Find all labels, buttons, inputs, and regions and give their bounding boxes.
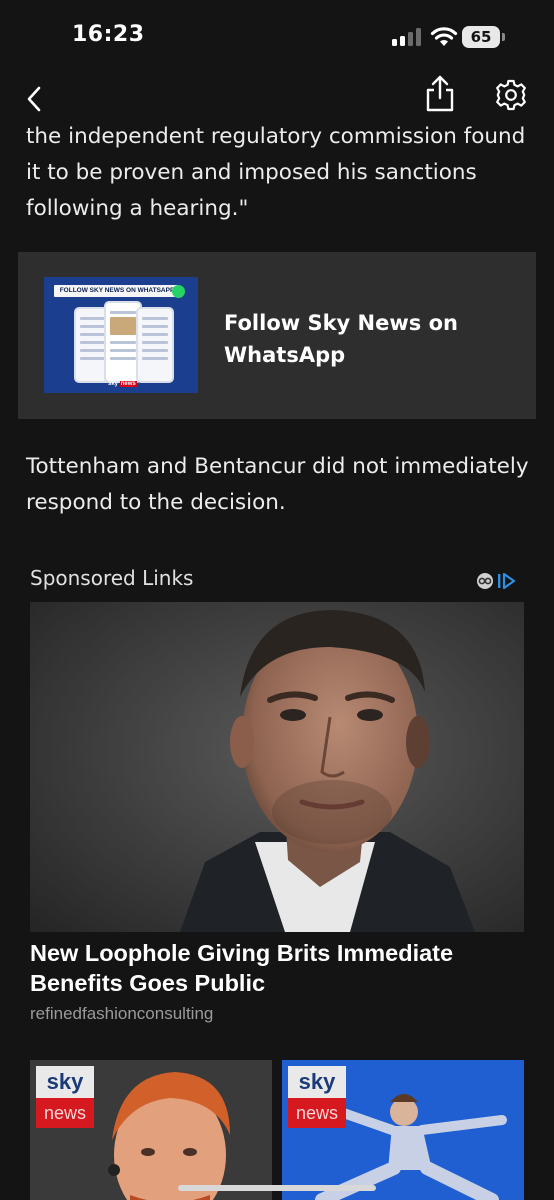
- cellular-signal-icon: [392, 28, 426, 46]
- article-paragraph: Tottenham and Bentancur did not immediat…: [26, 454, 529, 515]
- share-button[interactable]: [424, 74, 456, 114]
- sky-logo-text: sky: [288, 1066, 346, 1098]
- battery-indicator: 65: [462, 26, 500, 48]
- status-time: 16:23: [72, 22, 145, 47]
- sponsored-links-header: Sponsored Links: [30, 566, 194, 590]
- sky-news-logo: sky news: [36, 1066, 94, 1130]
- status-bar: 16:23 65: [0, 0, 554, 70]
- sponsored-thumbnail-card[interactable]: sky news: [282, 1060, 524, 1200]
- sky-news-logo: sky news: [108, 381, 137, 387]
- battery-nub: [502, 33, 505, 41]
- home-indicator[interactable]: [178, 1185, 376, 1191]
- sky-logo-text: sky: [108, 381, 119, 387]
- nav-bar: [0, 70, 554, 125]
- news-logo-badge: news: [119, 381, 137, 387]
- back-button[interactable]: [20, 84, 50, 114]
- sponsored-ad-image[interactable]: [30, 602, 524, 932]
- sky-news-logo: sky news: [288, 1066, 346, 1130]
- sponsored-thumbnail-card[interactable]: sky news: [30, 1060, 272, 1200]
- promo-thumbnail-label: FOLLOW SKY NEWS ON WHATSAPP: [54, 285, 180, 297]
- promo-thumbnail: FOLLOW SKY NEWS ON WHATSAPP sky news: [44, 277, 198, 393]
- settings-button[interactable]: [494, 78, 528, 112]
- news-logo-badge: news: [36, 1098, 94, 1128]
- wifi-icon: [430, 27, 458, 46]
- whatsapp-promo-card[interactable]: FOLLOW SKY NEWS ON WHATSAPP sky news Fol…: [18, 252, 536, 419]
- promo-title: Follow Sky News on WhatsApp: [224, 311, 458, 367]
- sponsored-ad-source: refinedfashionconsulting: [30, 1004, 214, 1023]
- sky-logo-text: sky: [36, 1066, 94, 1098]
- article-paragraph: the independent regulatory commission fo…: [26, 124, 526, 221]
- portrait-illustration: [30, 602, 524, 932]
- adchoices-icon[interactable]: [476, 571, 524, 591]
- news-logo-badge: news: [288, 1098, 346, 1128]
- whatsapp-icon: [172, 285, 185, 298]
- sponsored-ad-title[interactable]: New Loophole Giving Brits Immediate Bene…: [30, 938, 524, 998]
- phone-illustration: [136, 307, 174, 383]
